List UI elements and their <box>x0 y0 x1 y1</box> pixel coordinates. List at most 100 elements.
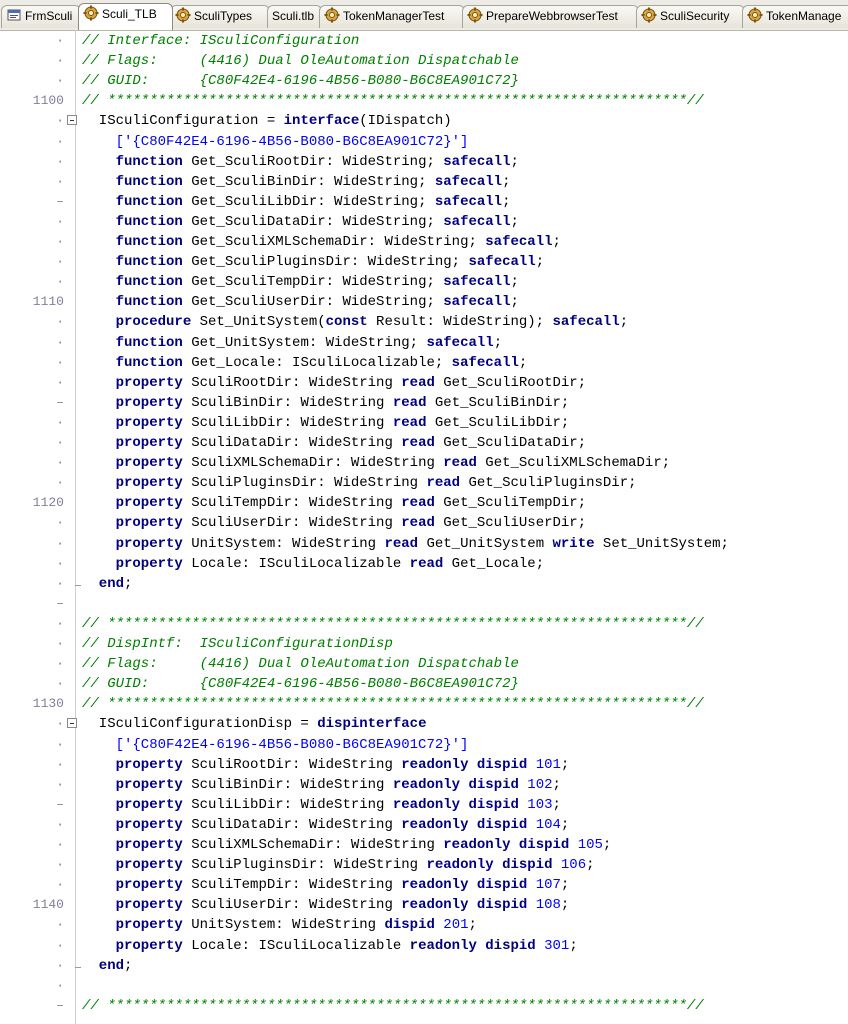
token-keyword: end <box>82 576 125 592</box>
code-line[interactable]: · // ************************************… <box>0 614 848 634</box>
token-plain: Set_UnitSystem; <box>594 536 729 552</box>
token-plain: ; <box>569 938 578 954</box>
code-line[interactable]: – <box>0 594 848 614</box>
tab-frmsculi[interactable]: FrmSculi <box>1 5 81 28</box>
token-number: 107 <box>527 877 561 893</box>
code-line[interactable]: · property Locale: ISculiLocalizable rea… <box>0 554 848 574</box>
token-plain: ; <box>560 817 570 833</box>
tab-label: FrmSculi <box>25 9 73 23</box>
token-comment: // GUID: {C80F42E4-6196-4B56-B080-B6C8EA… <box>82 73 519 89</box>
code-line[interactable]: · // GUID: {C80F42E4-6196-4B56-B080-B6C8E… <box>0 674 848 694</box>
fold-collapse-icon[interactable] <box>67 718 77 728</box>
token-keyword: dispid <box>384 917 435 933</box>
tab-sculitypes[interactable]: SculiTypes <box>170 5 270 28</box>
line-number: · <box>56 515 64 530</box>
token-plain: SculiUserDir: WideString <box>182 897 402 913</box>
tab-sculi-tlb[interactable]: Sculi_TLB <box>78 3 173 30</box>
code-line[interactable]: 1110 function Get_SculiUserDir: WideStri… <box>0 292 848 312</box>
code-text: property SculiUserDir: WideString read G… <box>82 513 587 533</box>
token-plain: SculiXMLSchemaDir: WideString <box>182 455 444 471</box>
code-editor[interactable]: · // Interface: ISculiConfiguration · // Fl… <box>0 30 848 1024</box>
tab-tokenmanage[interactable]: TokenManage <box>742 5 848 28</box>
code-text: property SculiPluginsDir: WideString rea… <box>82 855 595 875</box>
token-number: 108 <box>527 897 561 913</box>
code-text: property SculiPluginsDir: WideString rea… <box>82 473 637 493</box>
code-line[interactable]: · property SculiBinDir: WideString reado… <box>0 775 848 795</box>
code-line[interactable]: · property SculiXMLSchemaDir: WideString… <box>0 453 848 473</box>
tab-tokenmanagertest[interactable]: TokenManagerTest <box>319 5 465 28</box>
token-plain: SculiTempDir: WideString <box>182 495 402 511</box>
code-line[interactable]: · end; <box>0 574 848 594</box>
code-line[interactable]: · // Flags: (4416) Dual OleAutomation Dis… <box>0 51 848 71</box>
code-line[interactable]: · property SculiDataDir: WideString read… <box>0 433 848 453</box>
code-line[interactable]: 1130 // *********************************… <box>0 694 848 714</box>
code-line[interactable]: · ['{C80F42E4-6196-4B56-B080-B6C8EA901C7… <box>0 735 848 755</box>
code-line[interactable]: · function Get_Locale: ISculiLocalizable… <box>0 353 848 373</box>
line-number: · <box>56 113 64 128</box>
line-number: · <box>56 53 64 68</box>
line-number: 1130 <box>32 696 64 711</box>
code-text: function Get_SculiTempDir: WideString; s… <box>82 272 519 292</box>
code-line[interactable]: – // ************************************… <box>0 996 848 1016</box>
code-line[interactable]: · // Interface: ISculiConfiguration <box>0 31 848 51</box>
code-line[interactable]: · property SculiPluginsDir: WideString r… <box>0 855 848 875</box>
token-plain: ; <box>518 355 528 371</box>
code-line[interactable]: · function Get_SculiBinDir: WideString; … <box>0 172 848 192</box>
code-line[interactable]: · end; <box>0 956 848 976</box>
token-plain: SculiUserDir: WideString <box>182 515 402 531</box>
code-line[interactable]: · property UnitSystem: WideString read G… <box>0 534 848 554</box>
code-line[interactable]: · function Get_SculiPluginsDir: WideStri… <box>0 252 848 272</box>
code-line[interactable]: · property SculiXMLSchemaDir: WideString… <box>0 835 848 855</box>
code-text: ['{C80F42E4-6196-4B56-B080-B6C8EA901C72}… <box>82 735 469 755</box>
code-line[interactable]: · property SculiDataDir: WideString read… <box>0 815 848 835</box>
tab-sculisecurity[interactable]: SculiSecurity <box>636 5 745 28</box>
code-line[interactable]: · procedure Set_UnitSystem(const Result:… <box>0 312 848 332</box>
code-line[interactable]: · function Get_SculiRootDir: WideString;… <box>0 152 848 172</box>
code-line[interactable]: · <box>0 976 848 996</box>
token-keyword: interface <box>283 113 360 129</box>
code-line[interactable]: · property SculiPluginsDir: WideString r… <box>0 473 848 493</box>
code-line[interactable]: · function Get_UnitSystem: WideString; s… <box>0 333 848 353</box>
tab-preparewebbrowsertest[interactable]: PrepareWebbrowserTest <box>462 5 639 28</box>
token-keyword: read <box>401 515 435 531</box>
code-line[interactable]: 1100 // *********************************… <box>0 91 848 111</box>
code-line[interactable]: – property SculiBinDir: WideString read … <box>0 393 848 413</box>
code-line[interactable]: 1140 property SculiUserDir: WideString r… <box>0 895 848 915</box>
line-number: · <box>56 817 64 832</box>
code-line[interactable]: · property SculiLibDir: WideString read … <box>0 413 848 433</box>
code-line[interactable]: · ISculiConfigurationDisp = dispinterfac… <box>0 714 848 734</box>
code-text: end; <box>82 956 133 976</box>
code-line[interactable]: – property SculiLibDir: WideString reado… <box>0 795 848 815</box>
code-line[interactable]: – function Get_SculiLibDir: WideString; … <box>0 192 848 212</box>
code-line[interactable]: · // DispIntf: ISculiConfigurationDisp <box>0 634 848 654</box>
code-line[interactable]: · property SculiRootDir: WideString read… <box>0 755 848 775</box>
code-line[interactable]: · // GUID: {C80F42E4-6196-4B56-B080-B6C8E… <box>0 71 848 91</box>
line-number: – <box>56 596 64 611</box>
code-line[interactable]: · property SculiUserDir: WideString read… <box>0 513 848 533</box>
code-line[interactable]: · property SculiRootDir: WideString read… <box>0 373 848 393</box>
code-line[interactable]: · property UnitSystem: WideString dispid… <box>0 915 848 935</box>
token-plain: ; <box>510 214 519 230</box>
token-keyword: function <box>82 274 183 290</box>
token-keyword: property <box>82 475 183 491</box>
code-text: property SculiRootDir: WideString read G… <box>82 373 587 393</box>
code-line[interactable]: · property SculiTempDir: WideString read… <box>0 875 848 895</box>
code-line[interactable]: · function Get_SculiDataDir: WideString;… <box>0 212 848 232</box>
code-line[interactable]: · function Get_SculiXMLSchemaDir: WideSt… <box>0 232 848 252</box>
code-line[interactable]: · function Get_SculiTempDir: WideString;… <box>0 272 848 292</box>
token-keyword: procedure <box>82 314 192 330</box>
code-line[interactable]: · ['{C80F42E4-6196-4B56-B080-B6C8EA901C7… <box>0 132 848 152</box>
editor-tab-bar: FrmSculi Sculi_TLB SculiTypes Sculi.tlb Toke… <box>0 0 848 31</box>
tab-sculi-tlb[interactable]: Sculi.tlb <box>267 5 322 28</box>
line-number: · <box>56 174 64 189</box>
code-line[interactable]: · ISculiConfiguration = interface(IDispa… <box>0 111 848 131</box>
fold-collapse-icon[interactable] <box>67 115 77 125</box>
code-line[interactable]: 1120 property SculiTempDir: WideString r… <box>0 493 848 513</box>
code-text: property SculiBinDir: WideString readonl… <box>82 775 561 795</box>
code-line[interactable]: · // Flags: (4416) Dual OleAutomation Dis… <box>0 654 848 674</box>
token-plain: ; <box>493 335 503 351</box>
token-keyword: property <box>82 837 183 853</box>
code-text: function Get_SculiBinDir: WideString; sa… <box>82 172 511 192</box>
code-line[interactable]: · property Locale: ISculiLocalizable rea… <box>0 936 848 956</box>
code-text: procedure Set_UnitSystem(const Result: W… <box>82 312 629 332</box>
